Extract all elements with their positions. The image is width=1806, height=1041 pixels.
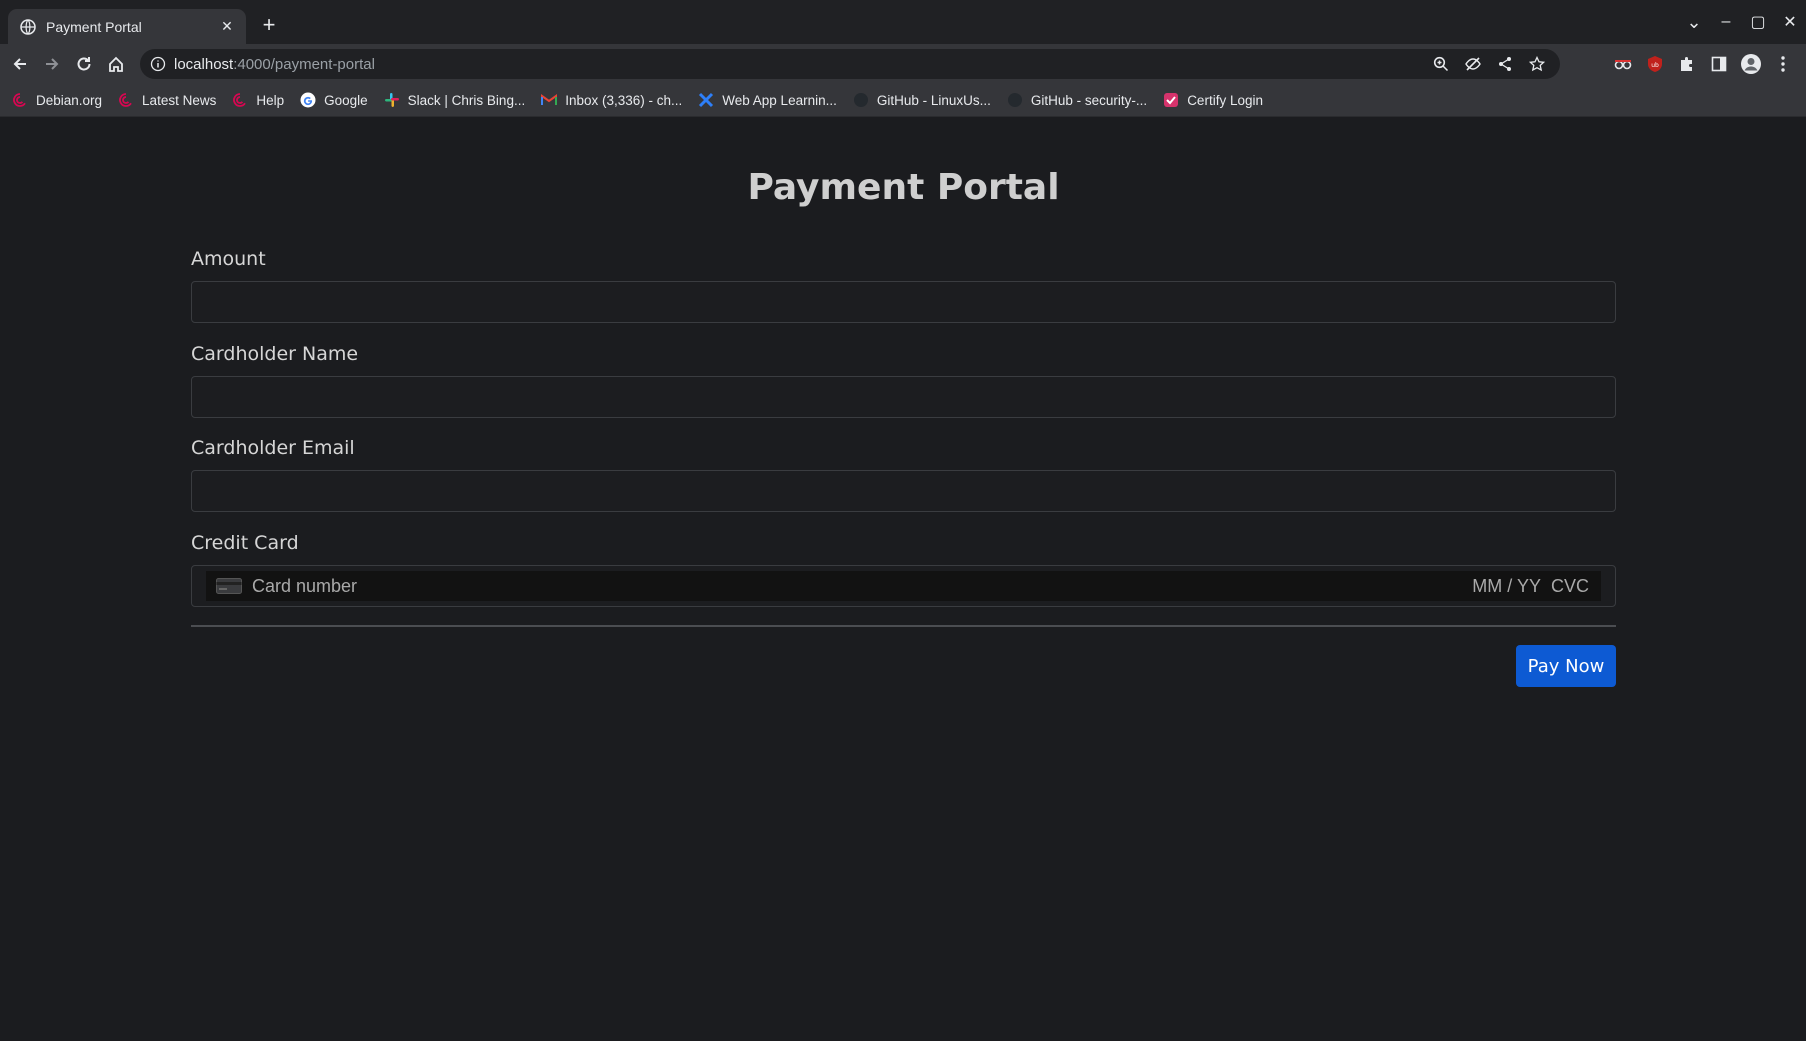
extension-glasses-icon[interactable] <box>1612 53 1634 75</box>
bookmark-github-security[interactable]: GitHub - security-... <box>1007 92 1147 108</box>
bookmark-help[interactable]: Help <box>232 92 284 108</box>
bookmark-slack[interactable]: Slack | Chris Bing... <box>384 92 526 108</box>
bookmark-github-linuxus[interactable]: GitHub - LinuxUs... <box>853 92 991 108</box>
cardholder-name-label: Cardholder Name <box>191 343 359 365</box>
bookmark-label: Latest News <box>142 92 217 108</box>
web-app-icon <box>698 92 714 108</box>
bookmark-google[interactable]: Google <box>300 92 368 108</box>
card-expiry-input[interactable]: MM / YY <box>1472 576 1541 597</box>
site-info-icon[interactable] <box>150 56 166 72</box>
bookmark-label: Slack | Chris Bing... <box>407 92 526 108</box>
bookmark-label: Debian.org <box>36 92 103 108</box>
bookmark-latest-news[interactable]: Latest News <box>118 92 216 108</box>
credit-card-field: Card number MM / YY CVC <box>191 565 1616 607</box>
bookmarks-bar: Debian.org Latest News Help Google Slack… <box>0 84 1806 117</box>
extensions-puzzle-icon[interactable] <box>1676 53 1698 75</box>
zoom-icon[interactable] <box>1432 55 1450 73</box>
url-host: localhost <box>174 55 234 73</box>
amount-label: Amount <box>191 248 266 270</box>
bookmark-label: GitHub - LinuxUs... <box>876 92 991 108</box>
card-element[interactable]: Card number MM / YY CVC <box>206 571 1601 601</box>
ublock-icon[interactable]: ub <box>1644 53 1666 75</box>
google-icon <box>300 92 316 108</box>
gmail-icon <box>541 92 558 108</box>
bookmark-star-icon[interactable] <box>1528 55 1546 73</box>
close-window-icon[interactable]: ✕ <box>1774 8 1806 36</box>
profile-avatar-icon[interactable] <box>1740 53 1762 75</box>
debian-icon <box>118 92 134 108</box>
bookmark-label: Inbox (3,336) - ch... <box>565 92 683 108</box>
pay-now-button[interactable]: Pay Now <box>1516 645 1616 687</box>
reload-icon[interactable] <box>70 50 98 78</box>
page-content: Payment Portal Amount Cardholder Name Ca… <box>0 117 1806 1041</box>
tab-search-icon[interactable]: ⌄ <box>1678 8 1710 36</box>
bookmark-label: GitHub - security-... <box>1030 92 1148 108</box>
browser-tab[interactable]: Payment Portal ✕ <box>8 9 246 44</box>
url-path: :4000/payment-portal <box>233 55 375 73</box>
cardholder-email-label: Cardholder Email <box>191 437 355 459</box>
debian-icon <box>12 92 28 108</box>
cardholder-name-input[interactable] <box>191 376 1616 418</box>
address-bar[interactable]: localhost:4000/payment-portal <box>140 49 1560 79</box>
slack-icon <box>384 92 400 108</box>
bookmark-label: Google <box>324 92 368 108</box>
maximize-icon[interactable]: ▢ <box>1742 8 1774 36</box>
bookmark-certify[interactable]: Certify Login <box>1163 92 1263 108</box>
browser-toolbar: localhost:4000/payment-portal ub <box>0 44 1806 84</box>
tab-title: Payment Portal <box>46 18 142 35</box>
menu-kebab-icon[interactable] <box>1772 53 1794 75</box>
certify-icon <box>1163 92 1179 108</box>
cardholder-email-input[interactable] <box>191 470 1616 512</box>
back-icon[interactable] <box>6 50 34 78</box>
card-number-input[interactable]: Card number <box>252 576 1472 597</box>
github-icon <box>1007 92 1023 108</box>
tab-strip: Payment Portal ✕ + ⌄ – ▢ ✕ <box>0 0 1806 44</box>
close-tab-icon[interactable]: ✕ <box>218 18 236 36</box>
debian-icon <box>232 92 248 108</box>
bookmark-label: Certify Login <box>1187 92 1263 108</box>
bookmark-gmail[interactable]: Inbox (3,336) - ch... <box>541 92 682 108</box>
extensions-bar: ub <box>1612 50 1794 78</box>
minimize-icon[interactable]: – <box>1710 8 1742 36</box>
card-cvc-input[interactable]: CVC <box>1551 576 1589 597</box>
tracking-blocked-icon[interactable] <box>1464 55 1482 73</box>
page-title: Payment Portal <box>747 167 1060 208</box>
bookmark-web-app[interactable]: Web App Learnin... <box>698 92 837 108</box>
bookmark-label: Web App Learnin... <box>722 92 837 108</box>
bookmark-debian[interactable]: Debian.org <box>12 92 102 108</box>
share-icon[interactable] <box>1496 55 1514 73</box>
amount-input[interactable] <box>191 281 1616 323</box>
globe-icon <box>20 18 36 35</box>
bookmark-label: Help <box>256 92 285 108</box>
window-controls: ⌄ – ▢ ✕ <box>1678 8 1806 36</box>
svg-text:ub: ub <box>1651 62 1659 69</box>
form-divider <box>191 625 1616 627</box>
credit-card-icon <box>216 578 242 594</box>
omnibox-actions <box>1432 49 1546 79</box>
github-icon <box>853 92 869 108</box>
side-panel-icon[interactable] <box>1708 53 1730 75</box>
credit-card-label: Credit Card <box>191 532 299 554</box>
forward-icon[interactable] <box>38 50 66 78</box>
new-tab-icon[interactable]: + <box>258 12 280 37</box>
home-icon[interactable] <box>102 50 130 78</box>
